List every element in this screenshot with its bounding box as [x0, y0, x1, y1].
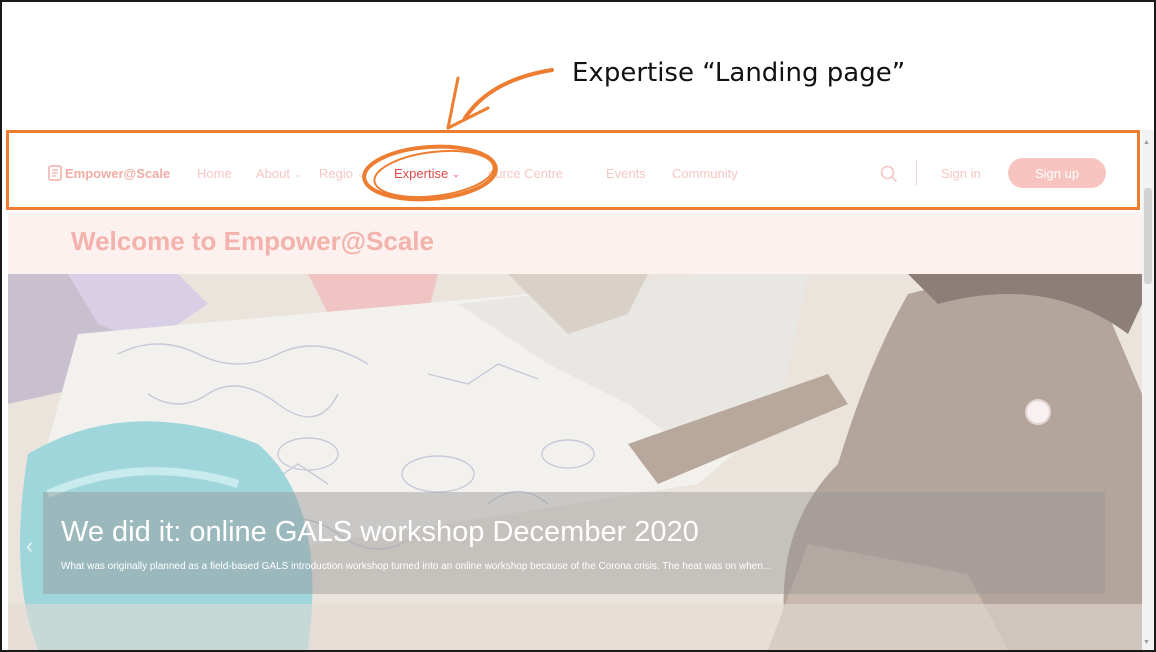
nav-item-label: Community — [672, 166, 738, 181]
nav-item-about[interactable]: About ⌄ — [256, 166, 302, 181]
slide-title[interactable]: We did it: online GALS workshop December… — [61, 516, 699, 549]
nav-item-expertise[interactable]: Expertise ⌄ — [394, 166, 460, 181]
slide-description: What was originally planned as a field-b… — [61, 561, 772, 572]
scrollbar-thumb[interactable] — [1144, 188, 1152, 284]
brand-logo-link[interactable]: Empower@Scale — [48, 165, 170, 181]
logo-icon — [48, 165, 62, 181]
welcome-title: Welcome to Empower@Scale — [71, 226, 434, 256]
nav-item-label: Regio — [319, 166, 353, 181]
nav-item-label: About — [256, 166, 290, 181]
nav-item-community[interactable]: Community — [672, 166, 738, 181]
chevron-left-icon[interactable]: ‹ — [26, 533, 33, 559]
nav-item-label: Home — [197, 166, 232, 181]
scroll-up-icon[interactable]: ▲ — [1143, 139, 1150, 146]
chevron-down-icon: ⌄ — [293, 169, 302, 179]
brand-name: Empower@Scale — [65, 165, 171, 181]
nav-item-label: Expertise — [394, 166, 449, 181]
search-icon[interactable] — [880, 165, 898, 183]
callout-label: Expertise “Landing page” — [572, 58, 906, 88]
chevron-down-icon: ⌄ — [356, 169, 365, 179]
nav-item-label: Events — [606, 166, 646, 181]
nav-item-label: ource Centre — [488, 166, 564, 181]
nav-item-home[interactable]: Home — [197, 166, 232, 181]
sign-up-button[interactable]: Sign up — [1008, 158, 1106, 188]
nav-item-resource-centre[interactable]: ource Centre — [488, 166, 563, 181]
nav-item-events[interactable]: Events — [606, 166, 646, 181]
scroll-down-icon[interactable]: ▼ — [1143, 639, 1150, 646]
sign-in-link[interactable]: Sign in — [941, 166, 981, 181]
nav-divider — [916, 160, 917, 186]
chevron-down-icon: ⌄ — [452, 169, 460, 179]
nav-item-regions[interactable]: Regio ⌄ — [319, 166, 365, 181]
